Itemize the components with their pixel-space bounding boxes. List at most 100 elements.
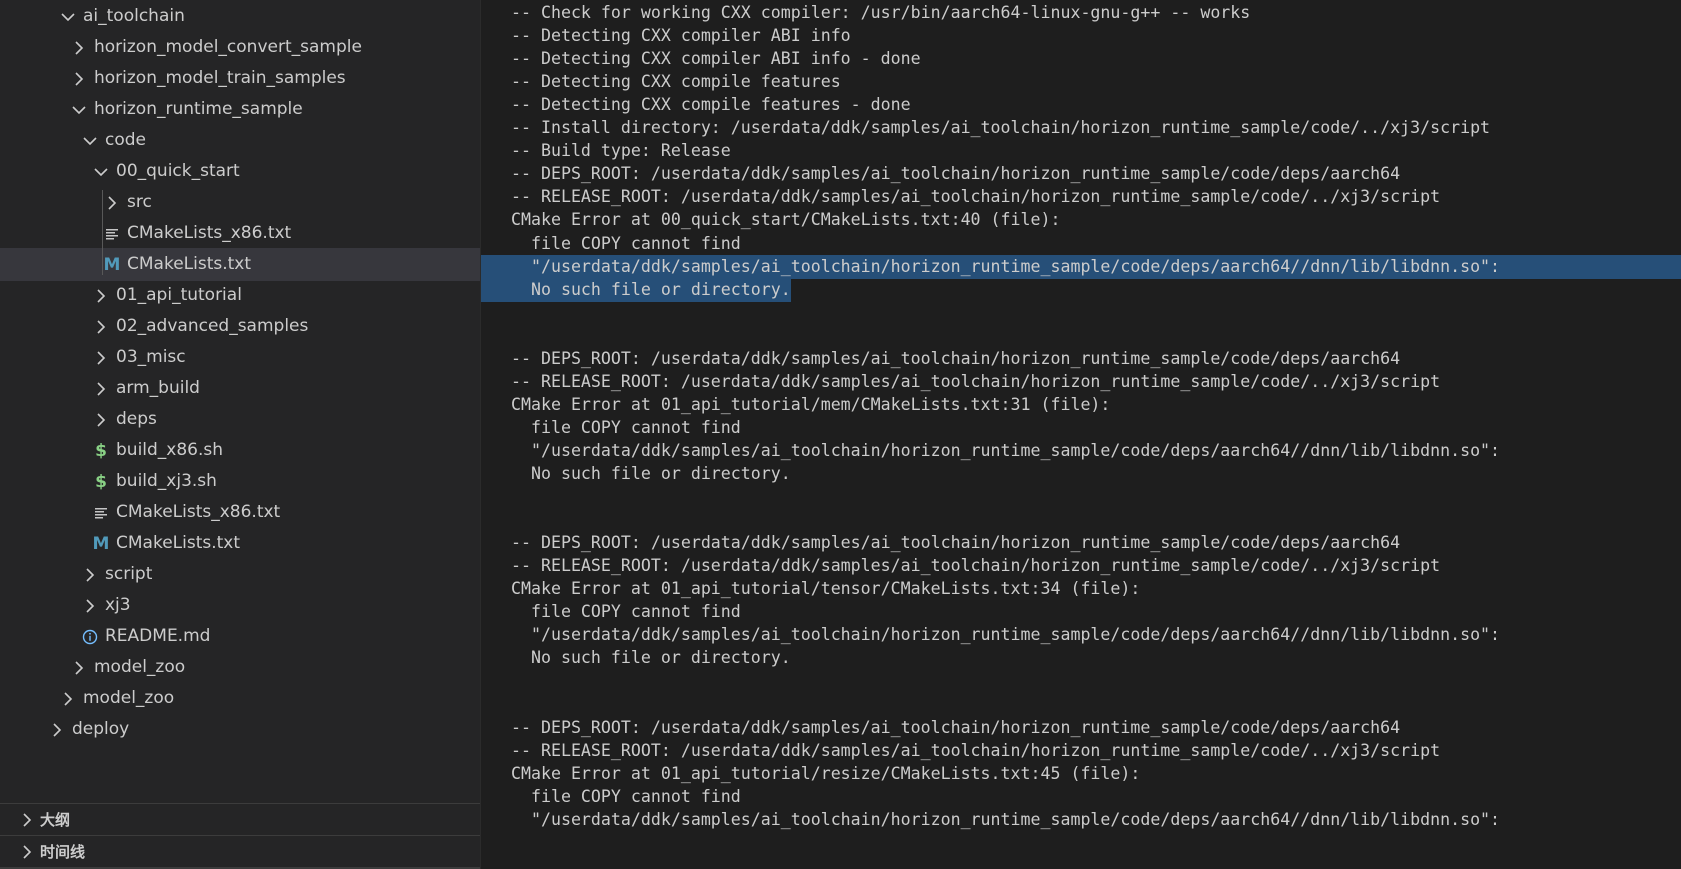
info-icon <box>81 627 99 647</box>
tree-item-label: CMakeLists.txt <box>127 254 252 274</box>
tree-item-label: CMakeLists_x86.txt <box>127 223 292 243</box>
tree-item-label: build_x86.sh <box>116 440 224 460</box>
terminal-line: file COPY cannot find <box>511 233 741 253</box>
chevron-right-icon <box>70 69 88 89</box>
chevron-down-icon <box>81 131 99 151</box>
tree-folder-01-api-tutorial[interactable]: 01_api_tutorial <box>0 279 480 312</box>
chevron-right-icon <box>92 379 110 399</box>
terminal-line: -- RELEASE_ROOT: /userdata/ddk/samples/a… <box>511 371 1441 391</box>
tree-item-label: deps <box>116 409 157 429</box>
tree-folder-03-misc[interactable]: 03_misc <box>0 341 480 374</box>
tree-folder-src[interactable]: src <box>0 186 480 219</box>
terminal-line: CMake Error at 01_api_tutorial/mem/CMake… <box>511 394 1111 414</box>
terminal-line: -- Install directory: /userdata/ddk/samp… <box>511 118 1491 138</box>
tree-folder-horizon-runtime-sample[interactable]: horizon_runtime_sample <box>0 93 480 126</box>
tree-item-label: arm_build <box>116 378 200 398</box>
cmake-m-icon: M <box>92 533 110 554</box>
terminal-line: No such file or directory. <box>511 648 791 668</box>
terminal-line: -- RELEASE_ROOT: /userdata/ddk/samples/a… <box>511 740 1441 760</box>
terminal-line: -- DEPS_ROOT: /userdata/ddk/samples/ai_t… <box>511 717 1401 737</box>
chevron-right-icon <box>18 842 36 862</box>
tree-item-label: xj3 <box>105 595 131 615</box>
terminal-line: -- Detecting CXX compile features <box>511 72 841 92</box>
tree-item-label: model_zoo <box>83 688 175 708</box>
chevron-right-icon <box>70 38 88 58</box>
tree-item-label: src <box>127 192 152 212</box>
dollar-icon: $ <box>95 471 107 492</box>
terminal-line: -- DEPS_ROOT: /userdata/ddk/samples/ai_t… <box>511 164 1401 184</box>
tree-item-label: build_xj3.sh <box>116 471 217 491</box>
tree-item-label: script <box>105 564 153 584</box>
tree-folder-00-quick-start[interactable]: 00_quick_start <box>0 155 480 188</box>
chevron-down-icon <box>70 100 88 120</box>
tree-item-label: CMakeLists_x86.txt <box>116 502 281 522</box>
tree-folder-horizon-model-train-samples[interactable]: horizon_model_train_samples <box>0 62 480 95</box>
tree-folder-xj3[interactable]: xj3 <box>0 589 480 622</box>
tree-folder-ai-toolchain[interactable]: ai_toolchain <box>0 0 480 33</box>
tree-file-cmakelists-x86-txt[interactable]: CMakeLists_x86.txt <box>0 217 480 250</box>
chevron-right-icon <box>81 596 99 616</box>
tree-folder-model-zoo[interactable]: model_zoo <box>0 682 480 715</box>
chevron-right-icon <box>48 720 66 740</box>
explorer-sidebar: ai_toolchain horizon_model_convert_sample… <box>0 0 480 869</box>
tree-item-label: 00_quick_start <box>116 161 240 181</box>
tree-file-readme-md[interactable]: README.md <box>0 620 480 653</box>
terminal-selection: No such file or directory. <box>481 277 791 302</box>
indent-guide <box>102 190 103 275</box>
dollar-icon: $ <box>95 440 107 461</box>
terminal-line: -- DEPS_ROOT: /userdata/ddk/samples/ai_t… <box>511 533 1401 553</box>
tree-file-cmakelists-x86-txt[interactable]: CMakeLists_x86.txt <box>0 496 480 529</box>
terminal-line: CMake Error at 00_quick_start/CMakeLists… <box>511 210 1061 230</box>
text-file-icon <box>103 224 121 244</box>
tree-folder-deps[interactable]: deps <box>0 403 480 436</box>
timeline-panel-label: 时间线 <box>40 843 86 861</box>
outline-panel-header[interactable]: 大纲 <box>0 803 480 835</box>
tree-file-cmakelists-txt[interactable]: M CMakeLists.txt <box>0 248 480 281</box>
terminal-line: CMake Error at 01_api_tutorial/tensor/CM… <box>511 579 1141 599</box>
tree-folder-deploy[interactable]: deploy <box>0 713 480 746</box>
timeline-panel-header[interactable]: 时间线 <box>0 835 480 867</box>
terminal-line: "/userdata/ddk/samples/ai_toolchain/hori… <box>511 625 1501 645</box>
chevron-right-icon <box>92 348 110 368</box>
cmake-m-icon: M <box>103 254 121 275</box>
tree-item-label: 02_advanced_samples <box>116 316 309 336</box>
tree-folder-horizon-model-convert-sample[interactable]: horizon_model_convert_sample <box>0 31 480 64</box>
outline-panel-label: 大纲 <box>40 811 71 829</box>
tree-item-label: README.md <box>105 626 211 646</box>
terminal-line: -- RELEASE_ROOT: /userdata/ddk/samples/a… <box>511 556 1441 576</box>
tree-item-label: model_zoo <box>94 657 186 677</box>
tree-item-label: horizon_model_train_samples <box>94 68 346 88</box>
chevron-down-icon <box>59 7 77 27</box>
terminal-line: -- DEPS_ROOT: /userdata/ddk/samples/ai_t… <box>511 348 1401 368</box>
terminal-line: No such file or directory. <box>481 277 1681 302</box>
tree-file-build-xj3-sh[interactable]: $ build_xj3.sh <box>0 465 480 498</box>
terminal-line: "/userdata/ddk/samples/ai_toolchain/hori… <box>511 809 1501 829</box>
chevron-right-icon <box>103 193 121 213</box>
tree-folder-code[interactable]: code <box>0 124 480 157</box>
tree-item-label: 03_misc <box>116 347 186 367</box>
terminal-line: CMake Error at 01_api_tutorial/resize/CM… <box>511 763 1141 783</box>
terminal-output[interactable]: -- Check for working CXX compiler: /usr/… <box>481 0 1681 869</box>
tree-file-cmakelists-txt[interactable]: M CMakeLists.txt <box>0 527 480 560</box>
terminal-line: file COPY cannot find <box>511 786 741 806</box>
chevron-right-icon <box>92 410 110 430</box>
terminal-line: -- Check for working CXX compiler: /usr/… <box>511 3 1251 22</box>
tree-folder-script[interactable]: script <box>0 558 480 591</box>
tree-file-build-x86-sh[interactable]: $ build_x86.sh <box>0 434 480 467</box>
tree-folder-02-advanced-samples[interactable]: 02_advanced_samples <box>0 310 480 343</box>
tree-item-label: horizon_runtime_sample <box>94 99 303 119</box>
explorer-tree: ai_toolchain horizon_model_convert_sample… <box>0 0 480 800</box>
terminal-line: -- Build type: Release <box>511 141 731 161</box>
terminal-line: "/userdata/ddk/samples/ai_toolchain/hori… <box>511 440 1501 460</box>
tree-item-label: 01_api_tutorial <box>116 285 242 305</box>
chevron-right-icon <box>18 810 36 830</box>
tree-item-label: horizon_model_convert_sample <box>94 37 362 57</box>
tree-folder-model-zoo[interactable]: model_zoo <box>0 651 480 684</box>
tree-folder-arm-build[interactable]: arm_build <box>0 372 480 405</box>
text-file-icon <box>92 503 110 523</box>
chevron-down-icon <box>92 162 110 182</box>
chevron-right-icon <box>92 286 110 306</box>
chevron-right-icon <box>81 565 99 585</box>
